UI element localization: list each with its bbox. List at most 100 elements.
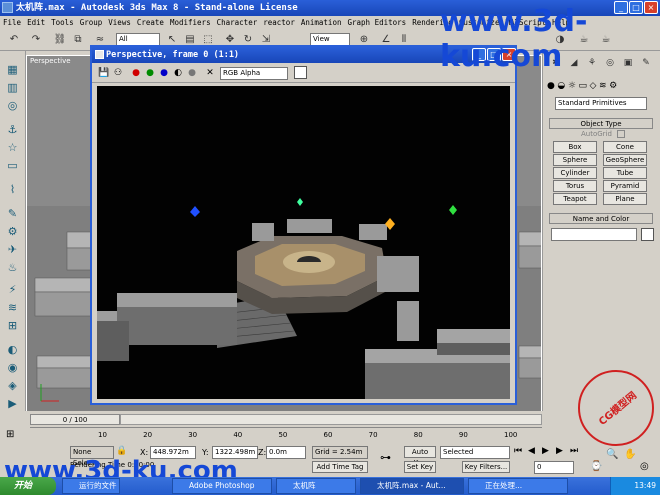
ragdoll-constraint-icon[interactable]: ◐	[4, 341, 21, 358]
set-key-button[interactable]: Set Key	[404, 461, 436, 473]
dashpot-icon[interactable]: ✎	[4, 205, 21, 222]
orbit-icon[interactable]: ◎	[640, 461, 649, 472]
deforming-mesh-icon[interactable]: ☆	[4, 139, 21, 156]
menu-graph-editors[interactable]: Graph Editors	[347, 18, 406, 27]
wind-icon[interactable]: ✈	[4, 241, 21, 258]
set-key-icon[interactable]: ⊶	[380, 451, 391, 464]
menu-character[interactable]: Character	[217, 18, 258, 27]
tube-button[interactable]: Tube	[603, 167, 647, 179]
menu-create[interactable]: Create	[137, 18, 164, 27]
render-window-icon[interactable]	[95, 50, 104, 59]
goto-start-icon[interactable]: ⏮	[514, 446, 522, 456]
autogrid-checkbox[interactable]	[617, 130, 625, 138]
object-type-rollout-header[interactable]: Object Type	[549, 118, 653, 129]
sphere-button[interactable]: Sphere	[553, 154, 597, 166]
time-slider[interactable]: 0 / 100	[30, 414, 120, 425]
systems-icon[interactable]: ⚙	[609, 81, 617, 91]
point-point-constraint-icon[interactable]: ◈	[4, 377, 21, 394]
menu-views[interactable]: Views	[108, 18, 131, 27]
spring-icon[interactable]: ⌇	[4, 181, 21, 198]
taskbar-item-folder[interactable]: 太机阵	[276, 478, 356, 494]
cloth-collection-icon[interactable]: ▥	[4, 79, 21, 96]
taskbar-item-photoshop[interactable]: Adobe Photoshop	[172, 478, 272, 494]
channel-dropdown[interactable]: RGB Alpha	[220, 67, 288, 80]
geosphere-button[interactable]: GeoSphere	[603, 154, 647, 166]
menu-tools[interactable]: Tools	[51, 18, 74, 27]
hinge-constraint-icon[interactable]: ◉	[4, 359, 21, 376]
prev-frame-icon[interactable]: ◀	[528, 446, 535, 456]
toy-car-icon[interactable]: ♨	[4, 259, 21, 276]
taskbar-item-running[interactable]: 运行的文件	[62, 478, 120, 494]
clear-icon[interactable]: ✕	[204, 67, 216, 79]
soft-body-icon[interactable]: ◎	[4, 97, 21, 114]
pan-icon[interactable]: ✋	[624, 449, 636, 460]
lights-icon[interactable]: ☼	[568, 81, 576, 91]
green-channel-icon[interactable]: ●	[144, 67, 156, 79]
space-warps-icon[interactable]: ≋	[599, 81, 607, 91]
z-coordinate-field[interactable]: 0.0m	[266, 446, 306, 459]
constraint-solver-icon[interactable]: ⊞	[4, 317, 21, 334]
current-frame-field[interactable]: 0	[534, 461, 574, 474]
menu-animation[interactable]: Animation	[301, 18, 342, 27]
key-mode-dropdown[interactable]: Selected	[440, 446, 510, 459]
redo-icon[interactable]: ↷	[28, 32, 44, 47]
plane-icon[interactable]: ▭	[4, 157, 21, 174]
start-button[interactable]: 开始	[0, 477, 56, 495]
lock-selection-icon[interactable]: 🔒	[116, 446, 127, 456]
time-slider-track[interactable]	[120, 414, 542, 425]
cone-button[interactable]: Cone	[603, 141, 647, 153]
menu-edit[interactable]: Edit	[27, 18, 45, 27]
torus-button[interactable]: Torus	[553, 180, 597, 192]
window-title: 太机阵.max - Autodesk 3ds Max 8 - Stand-alo…	[16, 3, 298, 13]
box-button[interactable]: Box	[553, 141, 597, 153]
taskbar-item-3dsmax[interactable]: 太机阵.max - Aut...	[360, 478, 464, 494]
goto-end-icon[interactable]: ⏭	[570, 446, 578, 456]
key-filters-button[interactable]: Key Filters...	[462, 461, 510, 473]
zoom-icon[interactable]: 🔍	[606, 449, 618, 460]
menu-reactor[interactable]: reactor	[263, 18, 295, 27]
select-link-icon[interactable]: ⛓	[52, 32, 68, 47]
z-label: Z:	[258, 448, 267, 457]
color-swatch[interactable]	[294, 66, 307, 79]
stamp-text: CG模型网	[597, 390, 640, 428]
object-color-swatch[interactable]	[641, 228, 654, 241]
time-config-icon[interactable]: ⌚	[590, 461, 602, 472]
track-bar-icon[interactable]: ⊞	[6, 429, 14, 440]
plane-button[interactable]: Plane	[603, 193, 647, 205]
clone-window-icon[interactable]: ⚇	[112, 67, 124, 79]
cameras-icon[interactable]: ▭	[578, 81, 587, 91]
cylinder-button[interactable]: Cylinder	[553, 167, 597, 179]
object-name-field[interactable]	[551, 228, 637, 241]
teapot-button[interactable]: Teapot	[553, 193, 597, 205]
motor-icon[interactable]: ⚙	[4, 223, 21, 240]
unlink-icon[interactable]: ⧉	[70, 32, 86, 47]
track-bar[interactable]: 10 20 30 40 50 60 70 80 90 100	[30, 427, 542, 443]
pyramid-button[interactable]: Pyramid	[603, 180, 647, 192]
render-frame-window[interactable]: Perspective, frame 0 (1:1) _ □ × 💾 ⚇ ● ●…	[90, 45, 517, 405]
menu-modifiers[interactable]: Modifiers	[170, 18, 211, 27]
name-color-rollout-header[interactable]: Name and Color	[549, 213, 653, 224]
rope-collection-icon[interactable]: ⚓	[4, 121, 21, 138]
taskbar-item-processing[interactable]: 正在处理...	[468, 478, 568, 494]
monochrome-icon[interactable]: ●	[186, 67, 198, 79]
undo-icon[interactable]: ↶	[6, 32, 22, 47]
play-icon[interactable]: ▶	[542, 446, 549, 456]
app-icon[interactable]	[2, 2, 13, 13]
next-frame-icon[interactable]: ▶	[556, 446, 563, 456]
fracture-icon[interactable]: ⚡	[4, 281, 21, 298]
menu-file[interactable]: File	[3, 18, 21, 27]
red-channel-icon[interactable]: ●	[130, 67, 142, 79]
alpha-channel-icon[interactable]: ◐	[172, 67, 184, 79]
helpers-icon[interactable]: ◇	[590, 81, 597, 91]
primitive-category-dropdown[interactable]: Standard Primitives	[555, 97, 647, 110]
shapes-icon[interactable]: ◒	[557, 81, 565, 91]
add-time-tag-button[interactable]: Add Time Tag	[312, 461, 368, 473]
geometry-icon[interactable]: ●	[547, 81, 555, 91]
water-icon[interactable]: ≋	[4, 299, 21, 316]
menu-group[interactable]: Group	[80, 18, 103, 27]
blue-channel-icon[interactable]: ●	[158, 67, 170, 79]
preview-animation-icon[interactable]: ▶	[4, 395, 21, 412]
rigid-body-collection-icon[interactable]: ▦	[4, 61, 21, 78]
auto-key-button[interactable]: Auto Key	[404, 446, 436, 467]
save-bitmap-icon[interactable]: 💾	[98, 67, 110, 79]
